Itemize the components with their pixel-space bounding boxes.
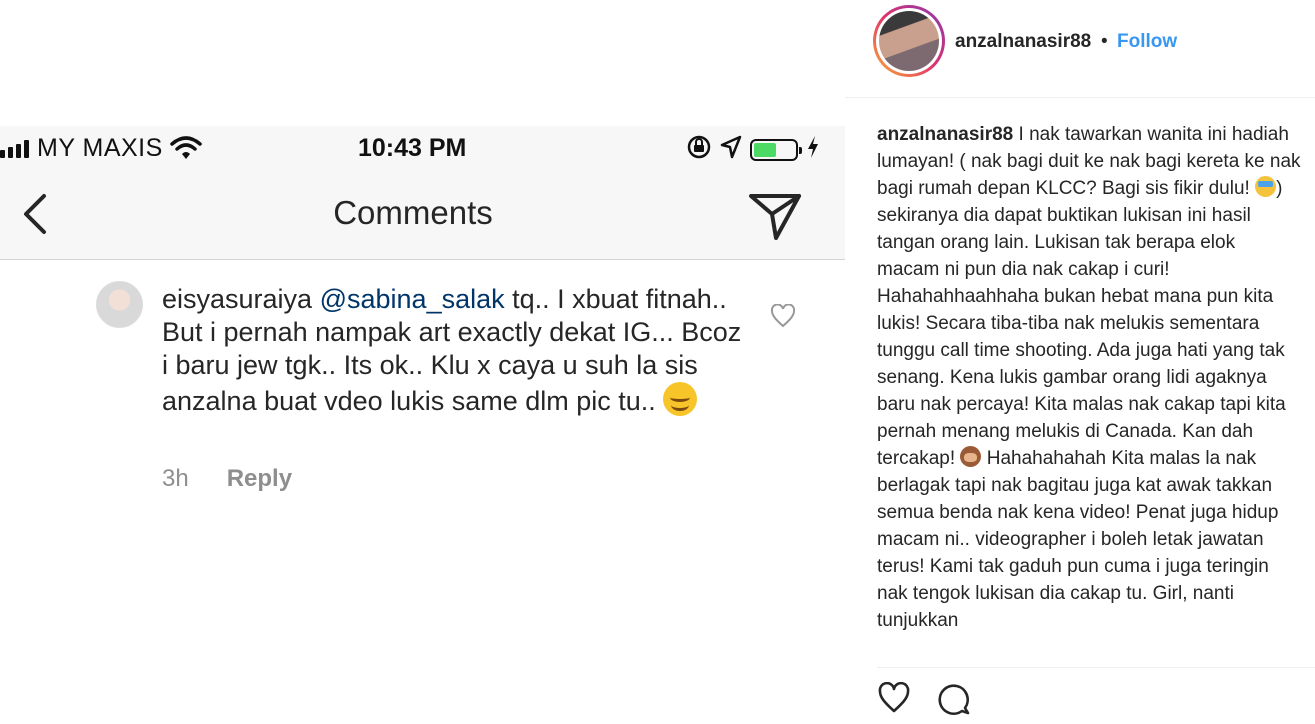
reply-button[interactable]: Reply — [227, 465, 292, 493]
location-arrow-icon — [720, 135, 742, 164]
carrier-name: MY MAXIS — [37, 134, 163, 162]
paper-plane-icon[interactable] — [748, 192, 802, 245]
comments-navbar: Comments — [0, 170, 845, 260]
battery-icon — [750, 138, 802, 161]
follow-button[interactable]: Follow — [1117, 31, 1177, 53]
profile-photo — [879, 11, 939, 71]
charging-bolt-icon — [806, 135, 820, 164]
heart-outline-icon[interactable] — [770, 303, 796, 333]
signal-bars-icon — [0, 140, 29, 158]
rotation-lock-icon — [686, 134, 712, 165]
comment-item: eisyasuraiya @sabina_salak tq.. I xbuat … — [0, 261, 845, 671]
status-icons — [686, 134, 820, 165]
post-caption: anzalnanasir88 I nak tawarkan wanita ini… — [877, 121, 1302, 634]
comment-meta: 3h Reply — [162, 465, 292, 493]
post-header: anzalnanasir88 • Follow — [845, 0, 1315, 98]
comment-text: eisyasuraiya @sabina_salak tq.. I xbuat … — [162, 283, 742, 418]
caption-text-3: Hahahahahah Kita malas la nak berlagak t… — [877, 448, 1279, 631]
face-with-medical-mask-emoji-icon — [1255, 176, 1277, 197]
avatar[interactable] — [873, 5, 945, 77]
comment-bubble-icon[interactable] — [937, 682, 971, 721]
see-no-evil-monkey-emoji-icon — [960, 446, 982, 467]
comment-username[interactable]: eisyasuraiya — [162, 284, 312, 314]
post-media[interactable]: MY MAXIS 10:43 PM Comments eisyasuraiya … — [0, 0, 845, 724]
comment-age: 3h — [162, 465, 189, 492]
status-bar: MY MAXIS 10:43 PM — [0, 126, 845, 170]
divider — [877, 667, 1315, 668]
smiling-face-emoji-icon — [663, 382, 698, 416]
comment-mention[interactable]: @sabina_salak — [320, 284, 505, 314]
page-title: Comments — [333, 194, 493, 231]
caption-username[interactable]: anzalnanasir88 — [877, 124, 1013, 145]
header-username[interactable]: anzalnanasir88 — [955, 31, 1091, 53]
caption-scroll-area[interactable]: anzalnanasir88 I nak tawarkan wanita ini… — [877, 121, 1302, 668]
avatar[interactable] — [96, 281, 143, 328]
wifi-icon — [170, 135, 202, 166]
heart-outline-icon[interactable] — [877, 681, 911, 721]
caption-text-2: ) sekiranya dia dapat buktikan lukisan i… — [877, 178, 1286, 469]
post-actions — [877, 681, 971, 721]
separator-dot: • — [1101, 31, 1108, 52]
post-side-panel: anzalnanasir88 • Follow anzalnanasir88 I… — [845, 0, 1315, 724]
status-time: 10:43 PM — [358, 134, 467, 162]
phone-screenshot: MY MAXIS 10:43 PM Comments eisyasuraiya … — [0, 126, 845, 671]
